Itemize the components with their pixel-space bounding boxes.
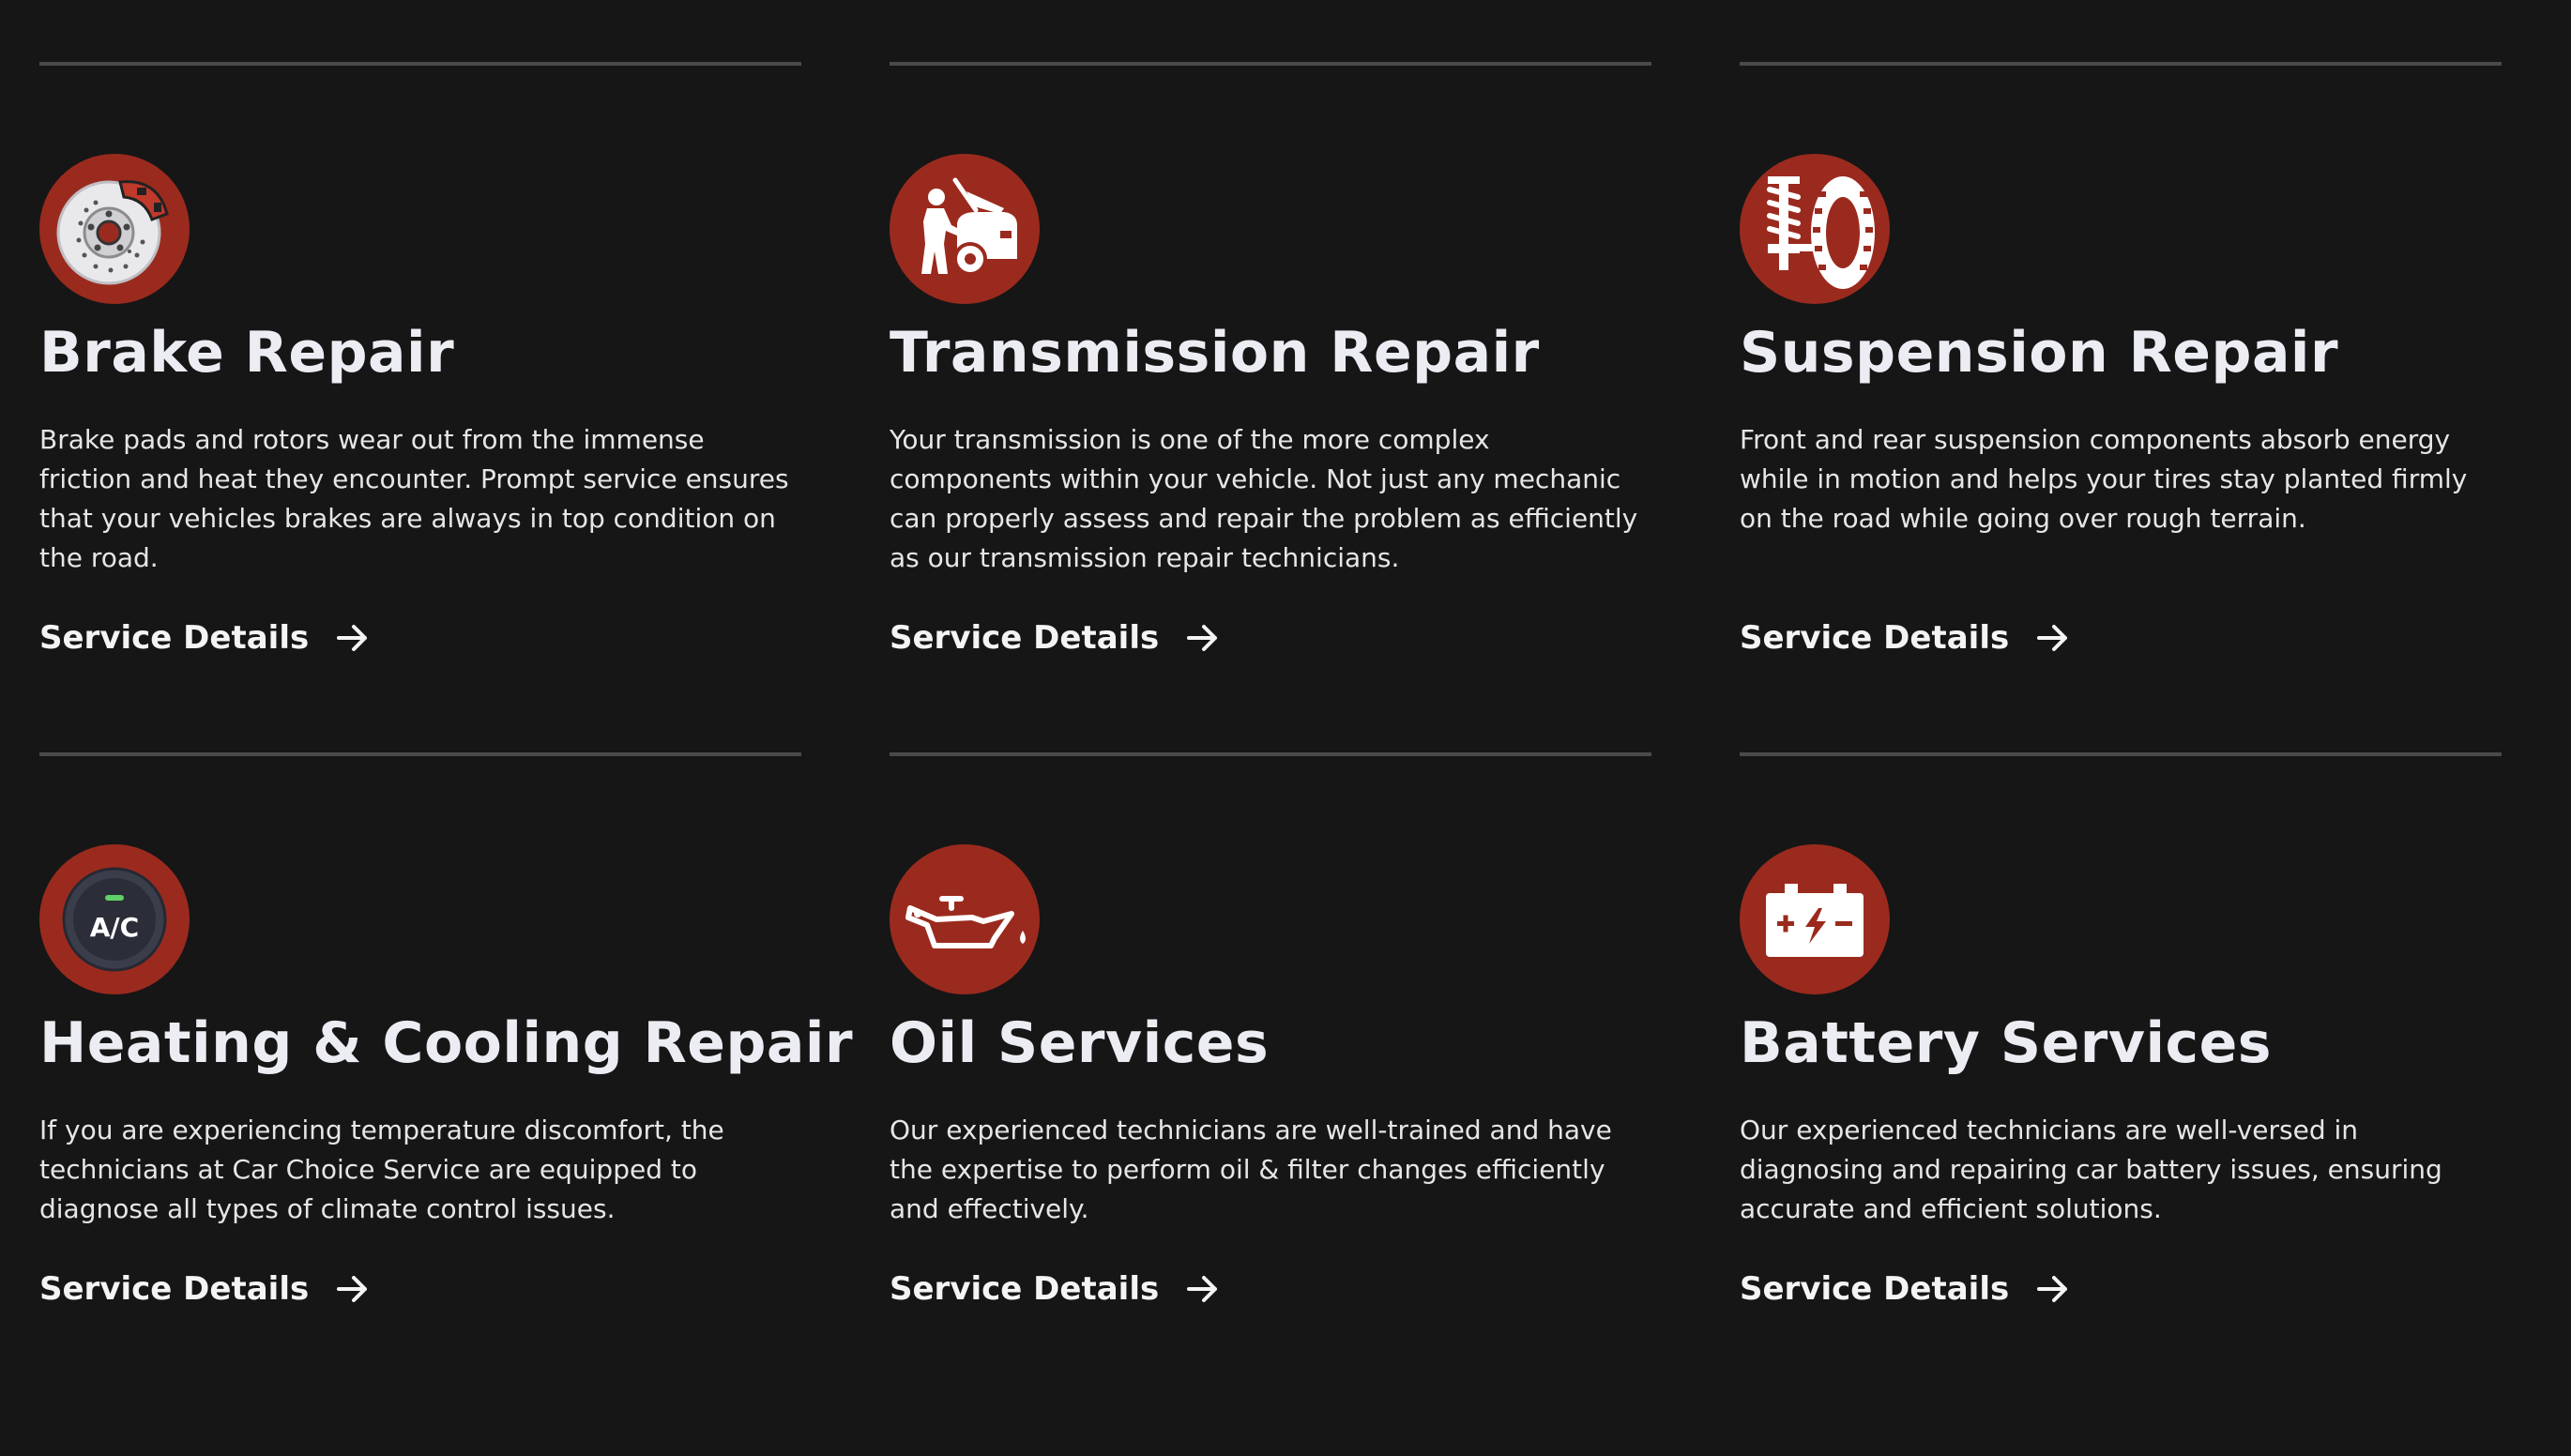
- services-grid: Brake Repair Brake pads and rotors wear …: [0, 0, 2571, 1456]
- arrow-right-icon: [1187, 625, 1218, 651]
- arrow-right-icon: [337, 625, 368, 651]
- card-divider: [890, 62, 1651, 66]
- card-divider: [890, 752, 1651, 756]
- service-description: Your transmission is one of the more com…: [890, 424, 1638, 573]
- service-details-link[interactable]: Service Details: [1740, 617, 2071, 659]
- card-divider: [39, 752, 801, 756]
- oil-can-icon: [890, 844, 1040, 994]
- arrow-right-icon: [2037, 625, 2068, 651]
- card-divider: [1740, 62, 2502, 66]
- service-title: Brake Repair: [39, 320, 455, 386]
- service-card-heating-cooling-repair: A/C Heating & Cooling Repair If you are …: [39, 752, 853, 1334]
- card-divider: [1740, 752, 2502, 756]
- service-details-link[interactable]: Service Details: [890, 617, 1221, 659]
- service-description: Front and rear suspension components abs…: [1740, 424, 2468, 534]
- service-details-label: Service Details: [39, 1270, 310, 1308]
- service-details-label: Service Details: [890, 1270, 1160, 1308]
- service-details-label: Service Details: [1740, 1270, 2010, 1308]
- service-details-link[interactable]: Service Details: [890, 1268, 1221, 1310]
- service-description: Our experienced technicians are well-tra…: [890, 1115, 1612, 1224]
- card-divider: [39, 62, 801, 66]
- service-title: Transmission Repair: [890, 320, 1540, 386]
- service-title: Battery Services: [1740, 1010, 2273, 1076]
- battery-icon: [1740, 844, 1890, 994]
- service-details-label: Service Details: [39, 619, 310, 657]
- ac-button-icon: A/C: [39, 844, 190, 994]
- service-card-suspension-repair: Suspension Repair Front and rear suspens…: [1740, 62, 2502, 681]
- service-card-brake-repair: Brake Repair Brake pads and rotors wear …: [39, 62, 801, 681]
- service-details-link[interactable]: Service Details: [39, 617, 371, 659]
- brake-disc-icon: [39, 154, 190, 304]
- service-title: Heating & Cooling Repair: [39, 1010, 854, 1076]
- service-card-transmission-repair: Transmission Repair Your transmission is…: [890, 62, 1651, 681]
- service-description: Brake pads and rotors wear out from the …: [39, 424, 789, 573]
- mechanic-car-icon: [890, 154, 1040, 304]
- suspension-tire-icon: [1740, 154, 1890, 304]
- arrow-right-icon: [337, 1276, 368, 1302]
- service-card-oil-services: Oil Services Our experienced technicians…: [890, 752, 1651, 1334]
- service-details-link[interactable]: Service Details: [39, 1268, 371, 1310]
- service-description: Our experienced technicians are well-ver…: [1740, 1115, 2442, 1224]
- service-card-battery-services: Battery Services Our experienced technic…: [1740, 752, 2502, 1334]
- service-details-label: Service Details: [1740, 619, 2010, 657]
- service-title: Suspension Repair: [1740, 320, 2339, 386]
- arrow-right-icon: [1187, 1276, 1218, 1302]
- service-description: If you are experiencing temperature disc…: [39, 1115, 724, 1224]
- ac-icon-label: A/C: [90, 912, 139, 943]
- service-details-label: Service Details: [890, 619, 1160, 657]
- arrow-right-icon: [2037, 1276, 2068, 1302]
- service-title: Oil Services: [890, 1010, 1270, 1076]
- service-details-link[interactable]: Service Details: [1740, 1268, 2071, 1310]
